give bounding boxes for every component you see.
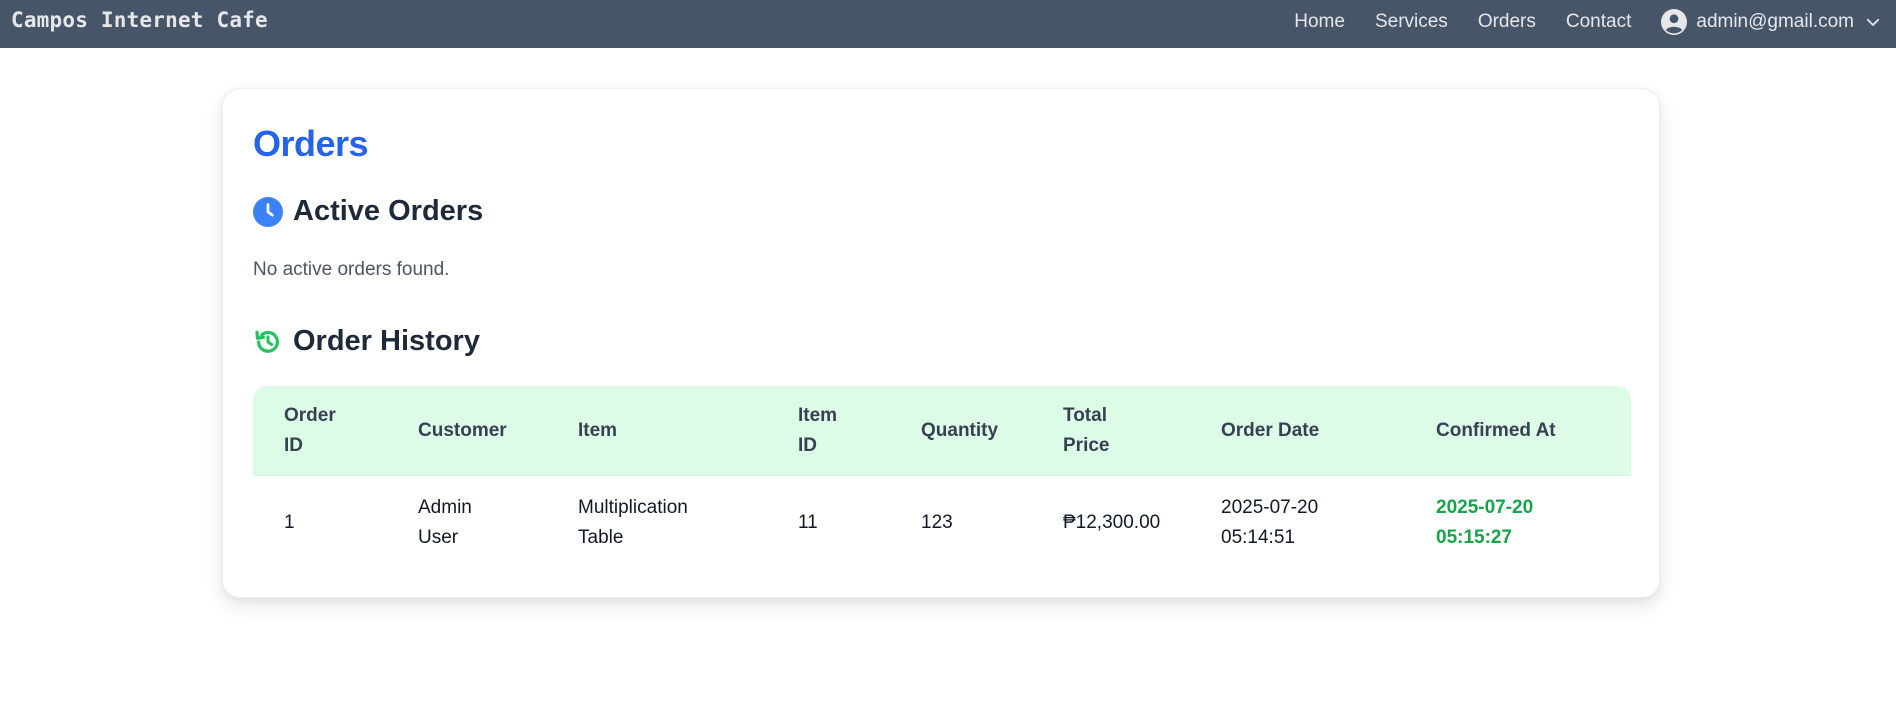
column-header-text: Total [1063, 404, 1107, 426]
column-header-customer: Customer [387, 386, 547, 476]
table-body: 1 Admin User Multiplication Table 11 123… [253, 476, 1631, 570]
cell-total-price: ₱12,300.00 [1063, 512, 1161, 533]
history-icon [253, 327, 283, 357]
table-row: 1 Admin User Multiplication Table 11 123… [253, 476, 1631, 570]
column-header-total-price: Total Price [1032, 386, 1190, 476]
nav-link-home[interactable]: Home [1294, 11, 1345, 33]
top-navbar: Campos Internet Cafe Home Services Order… [0, 0, 1896, 48]
order-history-heading-text: Order History [293, 325, 480, 357]
column-header-quantity: Quantity [890, 386, 1032, 476]
brand-name[interactable]: Campos Internet Cafe [11, 8, 268, 32]
column-header-text: Customer [418, 419, 507, 441]
cell-text: User [418, 527, 459, 548]
column-header-text: Item [578, 419, 618, 441]
active-orders-heading: Active Orders [253, 195, 483, 228]
user-email: admin@gmail.com [1696, 11, 1854, 32]
cell-text: Table [578, 527, 624, 548]
column-header-order-date: Order Date [1190, 386, 1405, 476]
column-header-order-id: Order ID [253, 386, 387, 476]
column-header-item-id: Item ID [767, 386, 890, 476]
no-active-orders-message: No active orders found. [253, 259, 450, 280]
cell-item: Multiplication Table [547, 476, 767, 570]
order-history-heading: Order History [253, 325, 480, 358]
cell-text: 2025-07-20 [1436, 497, 1534, 518]
user-circle-icon [1661, 9, 1688, 35]
column-header-text: Order Date [1221, 419, 1320, 441]
cell-item-id: 11 [798, 512, 818, 533]
nav-links: Home Services Orders Contact admin@gmail… [1294, 9, 1896, 35]
cell-quantity: 123 [921, 512, 953, 533]
column-header-text: ID [284, 434, 303, 456]
cell-order-date: 2025-07-20 05:14:51 [1190, 476, 1405, 570]
column-header-text: Confirmed At [1436, 419, 1556, 441]
order-history-table: Order ID Customer Item Item ID Quantity [253, 386, 1631, 570]
column-header-confirmed-at: Confirmed At [1405, 386, 1631, 476]
table-header-row: Order ID Customer Item Item ID Quantity [253, 386, 1631, 476]
cell-text: Admin [418, 497, 472, 518]
column-header-text: Item [798, 404, 838, 426]
cell-customer: Admin User [387, 476, 547, 570]
user-menu-dropdown[interactable]: admin@gmail.com [1661, 9, 1882, 35]
chevron-down-icon [1864, 13, 1882, 31]
cell-order-id: 1 [284, 512, 295, 533]
nav-link-orders[interactable]: Orders [1478, 11, 1536, 33]
nav-link-contact[interactable]: Contact [1566, 11, 1631, 33]
table-header: Order ID Customer Item Item ID Quantity [253, 386, 1631, 476]
cell-text: Multiplication [578, 497, 688, 518]
column-header-text: Order [284, 404, 336, 426]
nav-link-services[interactable]: Services [1375, 11, 1448, 33]
column-header-text: Quantity [921, 419, 999, 441]
orders-card: Orders Active Orders No active orders fo… [222, 88, 1660, 598]
cell-confirmed-at: 2025-07-20 05:15:27 [1405, 476, 1631, 570]
active-orders-heading-text: Active Orders [293, 195, 484, 227]
cell-text: 2025-07-20 [1221, 497, 1319, 518]
column-header-text: ID [798, 434, 817, 456]
cell-text: 05:14:51 [1221, 527, 1295, 548]
column-header-item: Item [547, 386, 767, 476]
column-header-text: Price [1063, 434, 1110, 456]
cell-text: 05:15:27 [1436, 527, 1513, 548]
clock-icon [253, 196, 283, 227]
page-title: Orders [253, 123, 369, 164]
